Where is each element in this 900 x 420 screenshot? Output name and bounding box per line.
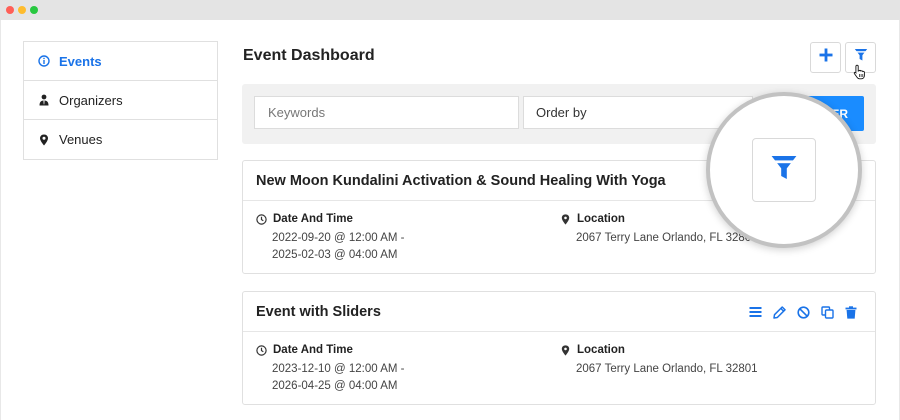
list-icon[interactable] (747, 304, 763, 320)
page-title: Event Dashboard (243, 47, 375, 64)
keywords-input[interactable]: Keywords (254, 96, 519, 129)
sidebar: Events Organizers Venues (23, 41, 218, 160)
copy-icon[interactable] (819, 304, 835, 320)
location-value: 2067 Terry Lane Orlando, FL 32801 (576, 232, 758, 244)
event-location-block: Location 2067 Terry Lane Orlando, FL 328… (560, 344, 758, 378)
location-value: 2067 Terry Lane Orlando, FL 32801 (576, 363, 758, 375)
event-date-block: Date And Time 2022-09-20 @ 12:00 AM - 20… (256, 213, 405, 264)
trash-icon[interactable] (843, 304, 859, 320)
date-range-start: 2022-09-20 @ 12:00 AM - (272, 232, 405, 244)
sidebar-item-organizers[interactable]: Organizers (24, 81, 217, 120)
maximize-window-dot[interactable] (30, 6, 38, 14)
window-titlebar (0, 0, 900, 20)
plus-icon (819, 48, 833, 67)
funnel-icon (770, 154, 798, 187)
info-circle-icon (38, 55, 50, 67)
order-by-select[interactable]: Order by (523, 96, 753, 129)
sidebar-item-events[interactable]: Events (24, 42, 217, 81)
map-pin-icon (560, 213, 571, 225)
clock-icon (256, 213, 267, 225)
sidebar-item-label: Events (59, 53, 102, 69)
user-tie-icon (38, 94, 50, 106)
date-range-end: 2026-04-25 @ 04:00 AM (272, 380, 398, 392)
event-title-row: Event with Sliders (243, 292, 875, 332)
sidebar-item-label: Venues (59, 132, 103, 147)
map-pin-icon (560, 344, 571, 356)
ban-icon[interactable] (795, 304, 811, 320)
hand-pointer-cursor-icon (852, 64, 868, 80)
map-pin-icon (38, 134, 50, 146)
clock-icon (256, 344, 267, 356)
date-time-value: 2023-12-10 @ 12:00 AM - 2026-04-25 @ 04:… (256, 361, 405, 395)
date-range-start: 2023-12-10 @ 12:00 AM - (272, 363, 405, 375)
filter-toggle-button-zoomed[interactable] (752, 138, 816, 202)
add-event-button[interactable] (810, 42, 841, 73)
date-time-label: Date And Time (273, 344, 353, 356)
location-label: Location (577, 344, 625, 356)
date-range-end: 2025-02-03 @ 04:00 AM (272, 249, 398, 261)
zoom-magnifier-callout (706, 92, 862, 248)
location-label: Location (577, 213, 625, 225)
event-title[interactable]: Event with Sliders (256, 304, 381, 320)
date-time-value: 2022-09-20 @ 12:00 AM - 2025-02-03 @ 04:… (256, 230, 405, 264)
event-card: Event with Sliders Date And Time 2023-12… (242, 291, 876, 405)
close-window-dot[interactable] (6, 6, 14, 14)
event-date-block: Date And Time 2023-12-10 @ 12:00 AM - 20… (256, 344, 405, 395)
event-actions (747, 304, 859, 320)
sidebar-item-venues[interactable]: Venues (24, 120, 217, 159)
edit-pencil-icon[interactable] (771, 304, 787, 320)
sidebar-item-label: Organizers (59, 92, 123, 108)
frame-border-left (0, 20, 1, 420)
date-time-label: Date And Time (273, 213, 353, 225)
minimize-window-dot[interactable] (18, 6, 26, 14)
